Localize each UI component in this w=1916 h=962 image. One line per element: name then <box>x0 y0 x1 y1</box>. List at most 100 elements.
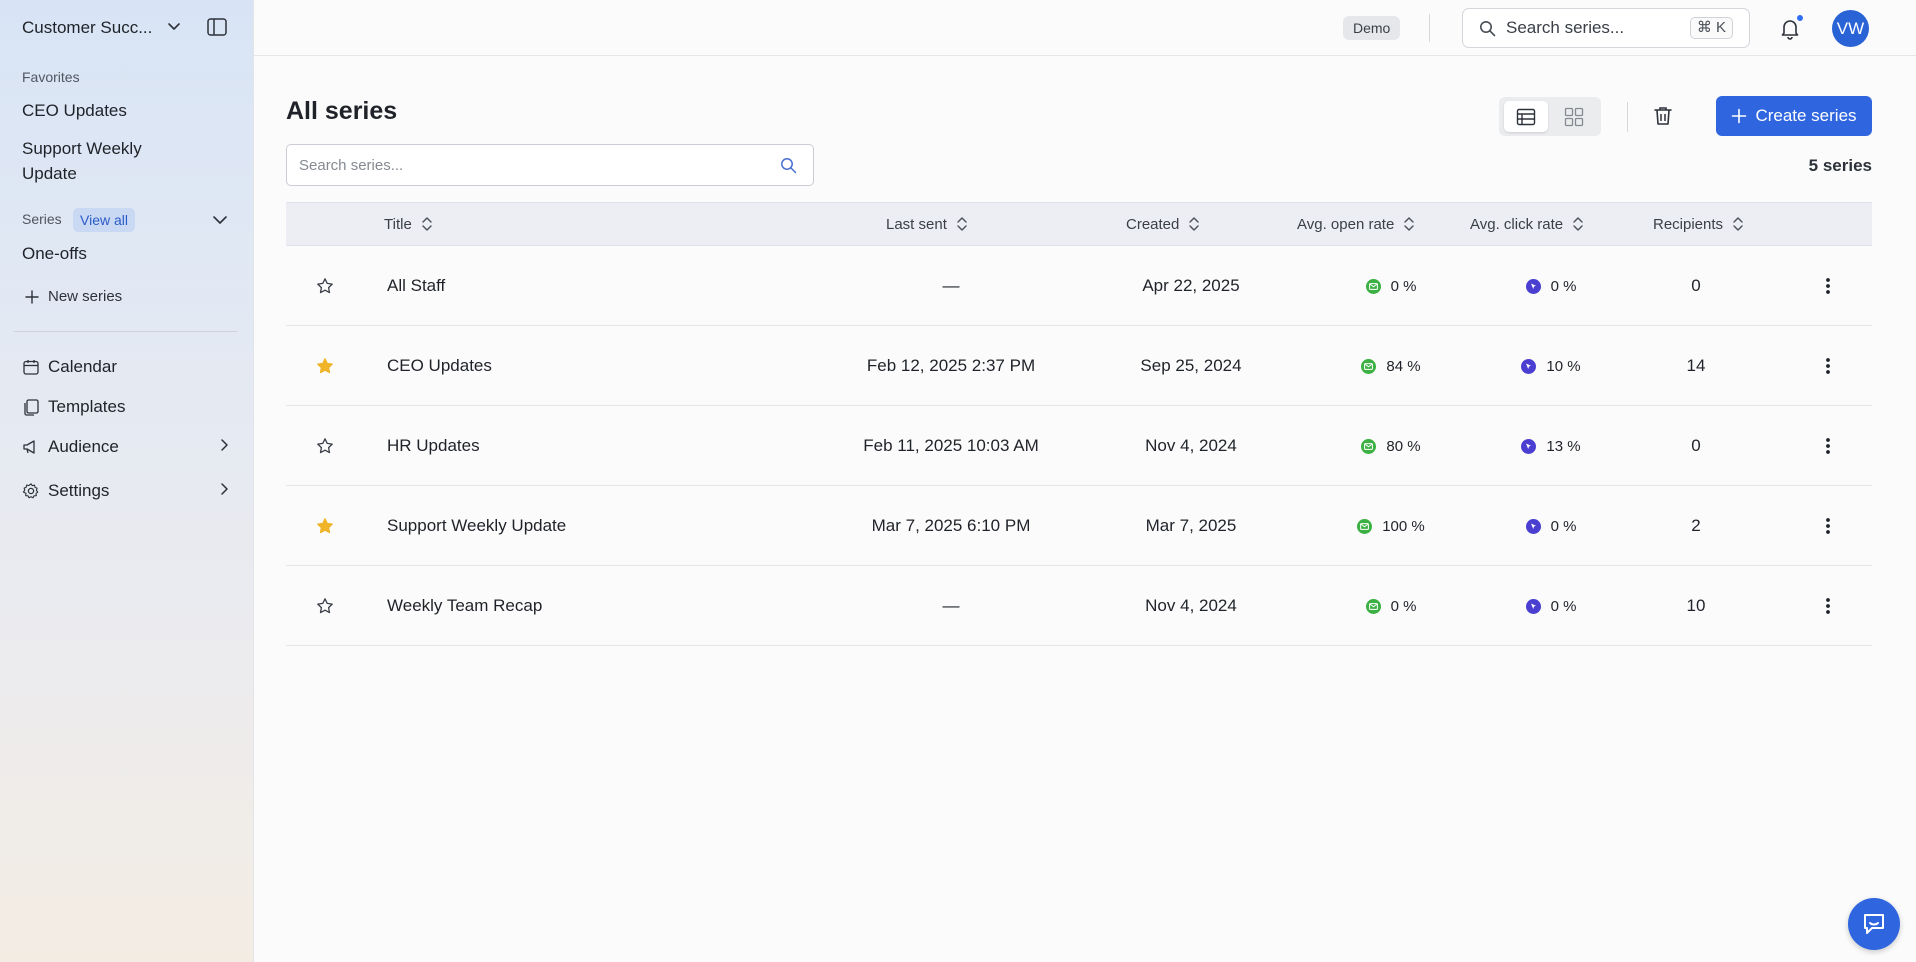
avatar[interactable]: VW <box>1832 10 1869 47</box>
sidebar: Customer Succ... Favorites CEO Updates S… <box>0 0 254 962</box>
click-rate: 13 % <box>1486 406 1616 486</box>
create-series-button[interactable]: Create series <box>1716 96 1872 136</box>
column-label: Title <box>384 215 412 233</box>
click-rate: 0 % <box>1486 566 1616 646</box>
column-header-last-sent[interactable]: Last sent <box>886 203 969 245</box>
series-title[interactable]: CEO Updates <box>387 326 492 406</box>
workspace-switcher[interactable]: Customer Succ... <box>22 14 182 42</box>
recipients-count: 0 <box>1691 436 1701 455</box>
notification-dot <box>1796 14 1804 22</box>
series-title[interactable]: Weekly Team Recap <box>387 566 542 646</box>
open-rate: 0 % <box>1316 246 1466 326</box>
toolbar-divider <box>1627 102 1628 132</box>
open-rate-value: 100 % <box>1382 517 1425 535</box>
trash-icon[interactable] <box>1651 104 1675 128</box>
grid-view-button[interactable] <box>1552 101 1596 132</box>
favorite-item-support-weekly-update[interactable]: Support Weekly Update <box>22 136 162 186</box>
sort-icon <box>422 217 432 231</box>
calendar-icon <box>22 358 40 376</box>
favorites-label: Favorites <box>22 69 80 85</box>
click-rate: 0 % <box>1486 246 1616 326</box>
recipients-count: 0 <box>1691 276 1701 295</box>
series-search-field[interactable] <box>286 144 814 186</box>
last-sent: Feb 12, 2025 2:37 PM <box>866 356 1036 375</box>
created-date: Nov 4, 2024 <box>1145 596 1237 615</box>
sidebar-item-audience[interactable]: Audience <box>22 432 232 462</box>
favorite-item-ceo-updates[interactable]: CEO Updates <box>22 98 127 123</box>
series-title[interactable]: Support Weekly Update <box>387 486 566 566</box>
star-icon[interactable] <box>316 566 336 646</box>
mail-open-icon <box>1361 438 1377 454</box>
open-rate-value: 80 % <box>1386 437 1421 455</box>
click-rate: 0 % <box>1486 486 1616 566</box>
new-series-button[interactable]: New series <box>24 288 122 305</box>
new-series-label: New series <box>48 288 123 305</box>
open-rate-value: 0 % <box>1390 597 1417 615</box>
click-rate-value: 0 % <box>1550 277 1577 295</box>
table-row[interactable]: Weekly Team Recap — Nov 4, 2024 0 % 0 % … <box>286 566 1872 646</box>
column-label: Created <box>1126 215 1180 233</box>
more-options-icon[interactable] <box>1818 566 1838 646</box>
mail-open-icon <box>1361 358 1377 374</box>
templates-icon <box>22 398 40 416</box>
column-header-recipients[interactable]: Recipients <box>1653 203 1745 245</box>
series-table: Title Last sent Created Avg. open rate A… <box>286 202 1872 646</box>
gear-icon <box>22 482 40 500</box>
series-title[interactable]: All Staff <box>387 246 445 326</box>
series-title[interactable]: HR Updates <box>387 406 480 486</box>
table-row[interactable]: Support Weekly Update Mar 7, 2025 6:10 P… <box>286 486 1872 566</box>
last-sent: Feb 11, 2025 10:03 AM <box>863 436 1039 455</box>
sidebar-item-one-offs[interactable]: One-offs <box>22 241 87 266</box>
column-label: Avg. open rate <box>1297 215 1395 233</box>
more-options-icon[interactable] <box>1818 486 1838 566</box>
chevron-right-icon <box>216 437 232 458</box>
star-icon[interactable] <box>316 246 336 326</box>
open-rate: 80 % <box>1316 406 1466 486</box>
sort-icon <box>1189 217 1200 231</box>
more-options-icon[interactable] <box>1818 246 1838 326</box>
more-options-icon[interactable] <box>1818 326 1838 406</box>
created-date: Sep 25, 2024 <box>1140 356 1242 375</box>
column-label: Recipients <box>1653 215 1724 233</box>
sort-icon <box>957 217 967 231</box>
workspace-name: Customer Succ... <box>22 18 153 37</box>
column-header-click-rate[interactable]: Avg. click rate <box>1470 203 1585 245</box>
more-options-icon[interactable] <box>1818 406 1838 486</box>
cursor-click-icon <box>1525 598 1541 614</box>
list-view-button[interactable] <box>1504 101 1548 132</box>
open-rate: 100 % <box>1316 486 1466 566</box>
sidebar-item-settings[interactable]: Settings <box>22 476 232 506</box>
table-row[interactable]: All Staff — Apr 22, 2025 0 % 0 % 0 <box>286 246 1872 326</box>
keyboard-shortcut: ⌘ K <box>1689 17 1733 39</box>
search-input[interactable] <box>299 145 759 185</box>
cursor-click-icon <box>1525 278 1541 294</box>
open-rate: 84 % <box>1316 326 1466 406</box>
search-icon[interactable] <box>780 157 797 174</box>
sort-icon <box>1573 217 1583 231</box>
topbar-divider <box>1429 14 1430 42</box>
table-row[interactable]: HR Updates Feb 11, 2025 10:03 AM Nov 4, … <box>286 406 1872 486</box>
sidebar-item-templates[interactable]: Templates <box>22 392 232 422</box>
open-rate-value: 84 % <box>1386 357 1421 375</box>
sidebar-toggle-icon[interactable] <box>206 16 228 38</box>
column-header-open-rate[interactable]: Avg. open rate <box>1297 203 1416 245</box>
cursor-click-icon <box>1521 358 1537 374</box>
column-header-title[interactable]: Title <box>384 203 434 245</box>
created-date: Mar 7, 2025 <box>1145 516 1237 535</box>
sidebar-item-label: Calendar <box>48 357 117 376</box>
help-chat-button[interactable] <box>1848 898 1900 950</box>
search-icon <box>1479 20 1496 37</box>
table-body: All Staff — Apr 22, 2025 0 % 0 % 0 CEO U… <box>286 246 1872 646</box>
column-header-created[interactable]: Created <box>1126 203 1201 245</box>
sidebar-item-label: Templates <box>48 397 126 416</box>
chevron-down-icon[interactable] <box>210 211 230 229</box>
table-row[interactable]: CEO Updates Feb 12, 2025 2:37 PM Sep 25,… <box>286 326 1872 406</box>
sidebar-item-calendar[interactable]: Calendar <box>22 352 232 382</box>
global-search-input[interactable]: Search series... ⌘ K <box>1462 8 1750 48</box>
mail-open-icon <box>1357 518 1373 534</box>
star-icon[interactable] <box>316 406 336 486</box>
star-filled-icon[interactable] <box>316 486 336 566</box>
view-all-link[interactable]: View all <box>73 208 135 232</box>
star-filled-icon[interactable] <box>316 326 336 406</box>
demo-badge: Demo <box>1343 16 1401 40</box>
